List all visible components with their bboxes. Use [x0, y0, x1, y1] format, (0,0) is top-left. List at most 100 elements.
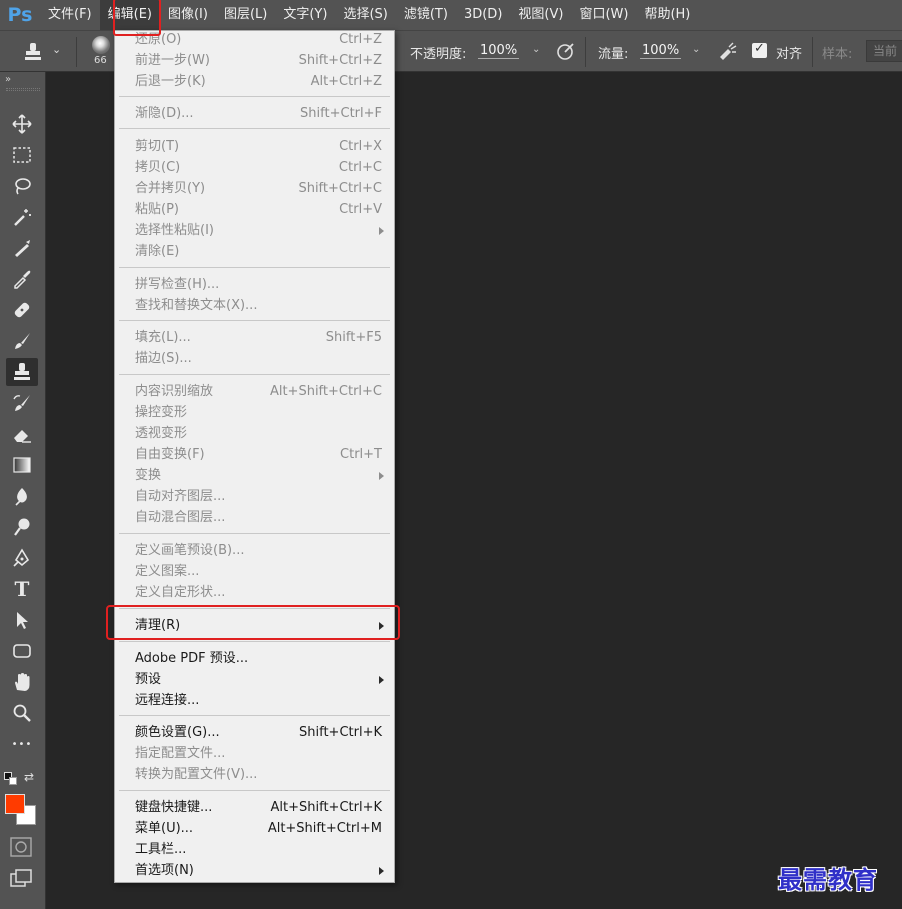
menu-item[interactable]: 转换为配置文件(V)...	[115, 764, 394, 785]
menu-item[interactable]: 渐隐(D)... Shift+Ctrl+F	[115, 103, 394, 124]
menu-item[interactable]: 描边(S)...	[115, 348, 394, 369]
marquee-tool[interactable]	[6, 141, 38, 169]
menu-item-label: 透视变形	[135, 426, 188, 441]
menu-item-label: 定义图案...	[135, 564, 200, 579]
swap-colors-icon[interactable]: ⇄	[24, 770, 34, 784]
menu-item[interactable]: 粘贴(P) Ctrl+V	[115, 199, 394, 220]
menu-separator	[119, 267, 390, 268]
menu-separator	[119, 320, 390, 321]
menu-select[interactable]: 选择(S)	[335, 0, 395, 30]
blur-tool[interactable]	[6, 482, 38, 510]
menu-item[interactable]: 变换	[115, 465, 394, 486]
menu-item[interactable]: 操控变形	[115, 402, 394, 423]
menu-item-label: 工具栏...	[135, 842, 187, 857]
move-tool[interactable]	[6, 110, 38, 138]
menu-item[interactable]: 内容识别缩放 Alt+Shift+Ctrl+C	[115, 381, 394, 402]
airbrush-icon[interactable]	[717, 41, 737, 61]
menu-item[interactable]: 首选项(N)	[115, 860, 394, 881]
lasso-tool[interactable]	[6, 172, 38, 200]
menu-item[interactable]: 查找和替换文本(X)...	[115, 295, 394, 316]
menu-window[interactable]: 窗口(W)	[571, 0, 636, 30]
menu-item[interactable]: 工具栏...	[115, 839, 394, 860]
menu-item[interactable]: 选择性粘贴(I)	[115, 220, 394, 241]
options-separator	[812, 37, 813, 67]
menu-item-label: 自由变换(F)	[135, 447, 205, 462]
crop-tool[interactable]	[6, 234, 38, 262]
menu-item-label: 预设	[135, 672, 162, 687]
menu-item[interactable]: 前进一步(W) Shift+Ctrl+Z	[115, 50, 394, 71]
flow-field[interactable]: 100%	[640, 43, 682, 59]
menu-item-shortcut: Shift+Ctrl+K	[299, 725, 382, 740]
panel-collapse-icon[interactable]: »	[5, 74, 11, 85]
menu-item-shortcut: Shift+Ctrl+F	[300, 106, 382, 121]
sample-select[interactable]: 当前	[866, 40, 902, 62]
default-colors-icon[interactable]	[4, 772, 18, 786]
zoom-tool[interactable]	[6, 699, 38, 727]
menu-image[interactable]: 图像(I)	[160, 0, 216, 30]
brush-preview-icon[interactable]	[92, 36, 110, 54]
menu-separator	[119, 641, 390, 642]
more-tools[interactable]: •••	[6, 730, 38, 758]
menu-item[interactable]: 自动对齐图层...	[115, 486, 394, 507]
hand-tool[interactable]	[6, 668, 38, 696]
pen-icon	[13, 548, 30, 567]
more-icon: •••	[11, 738, 33, 750]
opacity-field[interactable]: 100%	[478, 43, 520, 59]
menu-layer[interactable]: 图层(L)	[216, 0, 275, 30]
menu-3d[interactable]: 3D(D)	[456, 0, 510, 30]
opacity-dropdown-icon[interactable]: ⌄	[532, 44, 540, 55]
align-checkbox[interactable]: ✓	[752, 41, 767, 58]
flow-dropdown-icon[interactable]: ⌄	[692, 44, 700, 55]
menu-item[interactable]: 定义图案...	[115, 561, 394, 582]
menu-item[interactable]: 远程连接...	[115, 690, 394, 711]
menu-item[interactable]: 菜单(U)... Alt+Shift+Ctrl+M	[115, 818, 394, 839]
clone-stamp-preset-icon[interactable]	[22, 41, 44, 63]
menu-item[interactable]: 指定配置文件...	[115, 743, 394, 764]
menu-item[interactable]: 合并拷贝(Y) Shift+Ctrl+C	[115, 178, 394, 199]
menu-item[interactable]: 后退一步(K) Alt+Ctrl+Z	[115, 71, 394, 92]
history-brush-tool[interactable]	[6, 389, 38, 417]
menu-item[interactable]: 拷贝(C) Ctrl+C	[115, 157, 394, 178]
menu-item[interactable]: 透视变形	[115, 423, 394, 444]
tool-preset-dropdown-icon[interactable]: ⌄	[52, 43, 61, 56]
menu-item[interactable]: 自动混合图层...	[115, 507, 394, 528]
magic-wand-tool[interactable]	[6, 203, 38, 231]
gradient-tool[interactable]	[6, 451, 38, 479]
healing-brush-tool[interactable]	[6, 296, 38, 324]
menu-item[interactable]: 拼写检查(H)...	[115, 274, 394, 295]
opacity-pressure-icon[interactable]	[556, 41, 576, 61]
type-tool[interactable]: T	[6, 575, 38, 603]
menu-file[interactable]: 文件(F)	[40, 0, 100, 30]
menu-item-label: 首选项(N)	[135, 863, 194, 878]
rectangle-tool[interactable]	[6, 637, 38, 665]
eraser-tool[interactable]	[6, 420, 38, 448]
menu-item[interactable]: 填充(L)... Shift+F5	[115, 327, 394, 348]
menu-item[interactable]: 剪切(T) Ctrl+X	[115, 136, 394, 157]
path-selection-tool[interactable]	[6, 606, 38, 634]
menu-item[interactable]: 自由变换(F) Ctrl+T	[115, 444, 394, 465]
path-select-icon	[17, 612, 28, 629]
menu-item[interactable]: 清除(E)	[115, 241, 394, 262]
menu-view[interactable]: 视图(V)	[510, 0, 571, 30]
brush-size: 66	[94, 55, 107, 66]
panel-grip[interactable]	[6, 88, 40, 91]
screen-mode-icon[interactable]	[9, 868, 33, 890]
menu-item[interactable]: 定义画笔预设(B)...	[115, 540, 394, 561]
menu-type[interactable]: 文字(Y)	[275, 0, 335, 30]
menu-item[interactable]: 定义自定形状...	[115, 582, 394, 603]
menu-item[interactable]: Adobe PDF 预设...	[115, 648, 394, 669]
submenu-arrow-icon	[379, 867, 384, 875]
clone-stamp-tool[interactable]	[6, 358, 38, 386]
eyedropper-tool[interactable]	[6, 265, 38, 293]
dodge-tool[interactable]	[6, 513, 38, 541]
menu-help[interactable]: 帮助(H)	[636, 0, 698, 30]
quick-mask-icon[interactable]	[9, 836, 33, 858]
menu-item[interactable]: 预设	[115, 669, 394, 690]
eraser-icon	[14, 430, 31, 443]
pen-tool[interactable]	[6, 544, 38, 572]
menu-item[interactable]: 颜色设置(G)... Shift+Ctrl+K	[115, 722, 394, 743]
foreground-color-swatch[interactable]	[5, 794, 25, 814]
menu-filter[interactable]: 滤镜(T)	[396, 0, 456, 30]
menu-item[interactable]: 键盘快捷键... Alt+Shift+Ctrl+K	[115, 797, 394, 818]
brush-tool[interactable]	[6, 327, 38, 355]
